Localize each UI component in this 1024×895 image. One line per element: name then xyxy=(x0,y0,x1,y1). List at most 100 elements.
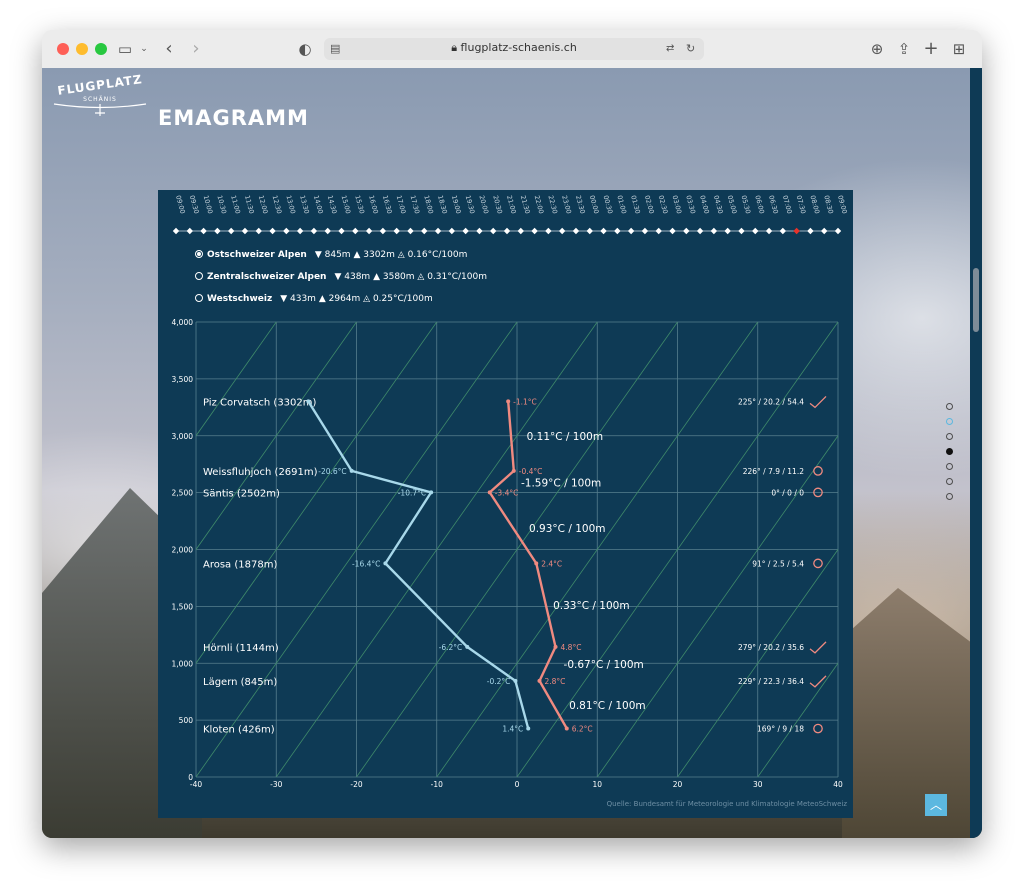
dewpoint-label: 1.4°C xyxy=(502,725,523,734)
timeline-marker[interactable] xyxy=(669,227,676,235)
time-selector[interactable]: 09:00 09:30 10:00 10:30 11:00 11:30 12:00 12:30… xyxy=(158,190,853,240)
sidebar-toggle-icon[interactable]: ▭ xyxy=(114,38,136,60)
timeline-marker[interactable] xyxy=(586,227,593,235)
site-logo[interactable]: FLUGPLATZ SCHÄNIS xyxy=(50,72,150,122)
section-nav-dot[interactable] xyxy=(946,418,953,425)
region-option[interactable]: Westschweiz ▼ 433m ▲ 2964m ◬ 0.25°C/100m xyxy=(195,294,433,304)
timeline-marker[interactable] xyxy=(503,227,511,235)
timeline-marker[interactable] xyxy=(462,227,469,235)
back-to-top-button[interactable]: ︿ xyxy=(925,794,947,816)
timeline-marker[interactable] xyxy=(738,227,745,235)
timeline-marker[interactable] xyxy=(379,227,387,235)
timeline-marker[interactable] xyxy=(172,227,180,235)
forward-arrow-icon[interactable]: › xyxy=(187,38,205,60)
address-bar[interactable]: ▤ 🔒︎ flugplatz-schaenis.ch ⇄ ↻ xyxy=(324,38,704,60)
timeline-marker[interactable] xyxy=(255,227,262,235)
new-tab-icon[interactable]: + xyxy=(922,38,940,60)
emagram-panel: 09:00 09:30 10:00 10:30 11:00 11:30 12:00 12:30… xyxy=(158,190,853,818)
station-label: Piz Corvatsch (3302m) xyxy=(203,397,317,408)
timeline-marker[interactable] xyxy=(655,227,662,235)
scrollbar-thumb[interactable] xyxy=(973,268,979,332)
timeline-marker[interactable] xyxy=(407,227,414,235)
timeline-marker[interactable] xyxy=(517,227,524,235)
translate-icon[interactable]: ⇄ xyxy=(666,38,674,60)
url-text[interactable]: 🔒︎ flugplatz-schaenis.ch xyxy=(324,41,704,55)
region-option[interactable]: Zentralschweizer Alpen ▼ 438m ▲ 3580m ◬ 0… xyxy=(195,272,487,282)
timeline-marker[interactable] xyxy=(807,227,814,235)
timeline-marker[interactable] xyxy=(558,227,566,235)
x-tick-label: -20 xyxy=(350,780,362,789)
timeline-marker[interactable] xyxy=(627,227,635,235)
section-nav-dot[interactable] xyxy=(946,403,953,410)
section-nav-dot[interactable] xyxy=(946,433,953,440)
timeline-marker[interactable] xyxy=(696,227,704,235)
timeline-marker[interactable] xyxy=(310,227,318,235)
timeline-marker[interactable] xyxy=(710,227,718,235)
radio-button[interactable] xyxy=(195,250,203,258)
region-name: Zentralschweizer Alpen xyxy=(207,272,327,282)
timeline-marker[interactable] xyxy=(531,227,538,235)
privacy-shield-icon[interactable]: ◐ xyxy=(296,38,314,60)
timeline-marker[interactable] xyxy=(365,227,373,235)
region-option[interactable]: Ostschweizer Alpen ▼ 845m ▲ 3302m ◬ 0.16°… xyxy=(195,250,467,260)
timeline-marker[interactable] xyxy=(352,227,359,235)
timeline-marker-selected[interactable] xyxy=(793,227,800,235)
radio-button[interactable] xyxy=(195,272,203,280)
x-tick-label: 30 xyxy=(753,780,763,789)
minimize-window-button[interactable] xyxy=(76,43,88,55)
timeline-marker[interactable] xyxy=(724,227,731,235)
timeline-marker[interactable] xyxy=(545,227,552,235)
reload-icon[interactable]: ↻ xyxy=(686,38,695,60)
timeline-time-label: 07:30 xyxy=(795,194,808,214)
timeline-marker[interactable] xyxy=(269,227,276,235)
timeline-marker[interactable] xyxy=(434,227,442,235)
timeline-marker[interactable] xyxy=(765,227,773,235)
timeline-time-label: 13:00 xyxy=(284,194,297,214)
wind-calm-icon xyxy=(813,466,823,476)
timeline-marker[interactable] xyxy=(324,227,331,235)
share-icon[interactable]: ⇪ xyxy=(895,38,913,60)
timeline-marker[interactable] xyxy=(448,227,456,235)
timeline-marker[interactable] xyxy=(752,227,759,235)
timeline-marker[interactable] xyxy=(779,227,787,235)
timeline-marker[interactable] xyxy=(393,227,400,235)
timeline-marker[interactable] xyxy=(572,227,580,235)
chevron-down-icon[interactable]: ⌄ xyxy=(138,38,150,60)
section-nav-dot[interactable] xyxy=(946,463,953,470)
timeline-marker[interactable] xyxy=(834,227,842,235)
timeline-marker[interactable] xyxy=(186,227,193,235)
timeline-marker[interactable] xyxy=(227,227,235,235)
timeline-time-label: 12:00 xyxy=(257,194,270,214)
timeline-marker[interactable] xyxy=(683,227,690,235)
timeline-marker[interactable] xyxy=(821,227,828,235)
back-arrow-icon[interactable]: ‹ xyxy=(160,38,178,60)
timeline-marker[interactable] xyxy=(296,227,304,235)
section-nav-dot[interactable] xyxy=(946,478,953,485)
mountain-right-decoration xyxy=(842,588,982,838)
timeline-marker[interactable] xyxy=(241,227,249,235)
y-tick-label: 1,500 xyxy=(172,602,194,611)
timeline-marker[interactable] xyxy=(641,227,649,235)
timeline-marker[interactable] xyxy=(490,227,497,235)
timeline-marker[interactable] xyxy=(421,227,428,235)
close-window-button[interactable] xyxy=(57,43,69,55)
timeline-marker[interactable] xyxy=(338,227,345,235)
timeline-marker[interactable] xyxy=(600,227,607,235)
timeline-marker[interactable] xyxy=(614,227,621,235)
series-point xyxy=(511,468,516,473)
station-label: Arosa (1878m) xyxy=(203,559,277,570)
zoom-window-button[interactable] xyxy=(95,43,107,55)
station-label: Säntis (2502m) xyxy=(203,488,280,499)
timeline-marker[interactable] xyxy=(476,227,483,235)
timeline-marker[interactable] xyxy=(214,227,221,235)
section-nav-dot[interactable] xyxy=(946,493,953,500)
timeline-marker[interactable] xyxy=(200,227,207,235)
radio-button[interactable] xyxy=(195,294,203,302)
section-nav-dot[interactable] xyxy=(946,448,953,455)
tab-overview-icon[interactable]: ⊞ xyxy=(950,38,968,60)
timeline-marker[interactable] xyxy=(283,227,290,235)
wind-barb-icon xyxy=(809,675,827,688)
timeline-time-label: 03:30 xyxy=(684,194,697,214)
timeline-time-label: 11:30 xyxy=(243,194,256,214)
download-icon[interactable]: ⊕ xyxy=(868,38,886,60)
